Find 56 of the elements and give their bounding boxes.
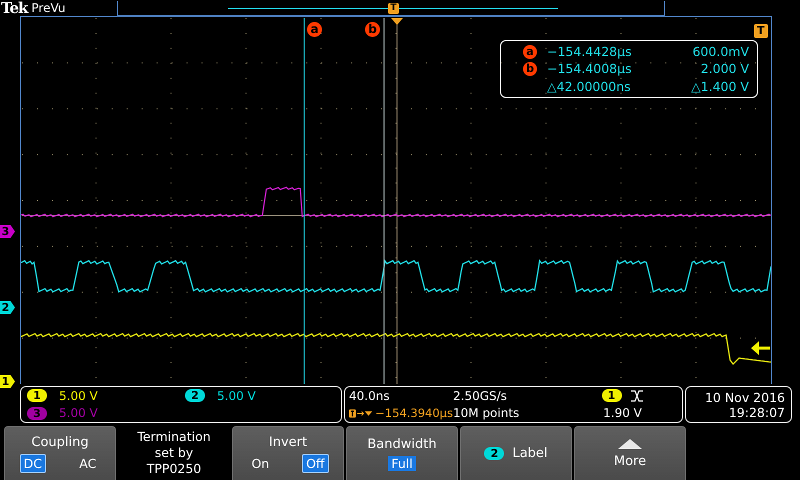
trigger-position-icon	[391, 18, 403, 25]
cursor-badge: b	[523, 62, 537, 76]
up-arrow-icon	[617, 438, 643, 450]
sample-rate: 2.50GS/s	[453, 388, 508, 403]
channel-badge: 2	[185, 389, 205, 402]
brand-logo: Tek	[1, 0, 28, 16]
readout-delta-time: △42.00000ns	[547, 78, 632, 94]
softkey-panel[interactable]: Invert On Off	[232, 426, 344, 480]
channel-badge: 1	[27, 389, 47, 402]
readout-time: −154.4008µs	[547, 61, 633, 76]
channel-marker[interactable]: 1	[0, 375, 15, 388]
date-text: 10 Nov 2016	[704, 390, 785, 404]
readout-time: −154.4428µs	[547, 44, 633, 60]
channel-scale: 5.00 V	[58, 388, 99, 403]
time-text: 19:28:07	[728, 404, 785, 420]
channel-settings-panel[interactable]: 1 5.00 V 2 5.00 V 3 5.00 V	[20, 386, 342, 423]
softkey-value: Full	[388, 456, 416, 470]
cursor-label[interactable]: b	[365, 22, 380, 37]
time-scale: 40.0ns	[349, 388, 391, 403]
channel-marker[interactable]: 3	[0, 225, 15, 238]
trigger-source-badge: 1	[602, 389, 622, 402]
readout-delta-value: △1.400 V	[691, 78, 749, 94]
channel-scale: 5.00 V	[216, 388, 257, 403]
trigger-level-icon[interactable]	[751, 341, 770, 356]
termination-text: Termination set by TPP0250	[137, 429, 211, 477]
option-button[interactable]: On	[247, 454, 274, 472]
cursor-line[interactable]	[384, 18, 385, 384]
softkey-label: Bandwidth	[367, 436, 437, 452]
cursor-badge: a	[523, 44, 537, 59]
channel-marker[interactable]: 2	[0, 301, 15, 314]
channel-badge: 2	[484, 447, 504, 460]
cursor-label[interactable]: a	[307, 22, 322, 37]
record-length: 10M points	[453, 406, 520, 420]
trigger-position: −154.3940µs	[375, 406, 453, 420]
softkey-panel[interactable]: Coupling DC AC	[4, 426, 116, 480]
channel-scale: 5.00 V	[58, 406, 99, 420]
mode-label: PreVu	[31, 0, 66, 16]
trigger-delay-icon	[349, 406, 374, 420]
softkey-label: Coupling	[31, 434, 89, 450]
option-button[interactable]: AC	[75, 454, 100, 472]
trigger-level: 1.90 V	[602, 406, 643, 420]
readout-value: 2.000 V	[700, 61, 749, 76]
timebase-panel[interactable]: 40.0ns 2.50GS/s 1 −154.3940µs10M points 1.90 V	[344, 386, 683, 423]
softkey-panel[interactable]: Bandwidth Full	[346, 426, 458, 480]
option-button[interactable]: DC	[20, 454, 46, 472]
softkey-label: Label	[512, 446, 548, 461]
readout-value: 600.0mV	[692, 44, 749, 60]
option-button[interactable]: Off	[302, 454, 329, 472]
trigger-type-icon	[630, 390, 644, 402]
channel-badge: 3	[27, 406, 47, 420]
trigger-marker: T	[754, 24, 768, 38]
more-button[interactable]: More	[574, 426, 686, 480]
trigger-marker: T	[388, 2, 399, 14]
label-button[interactable]: 2 Label	[460, 426, 572, 480]
softkey-label: More	[614, 454, 646, 469]
softkey-label: Invert	[268, 434, 308, 450]
